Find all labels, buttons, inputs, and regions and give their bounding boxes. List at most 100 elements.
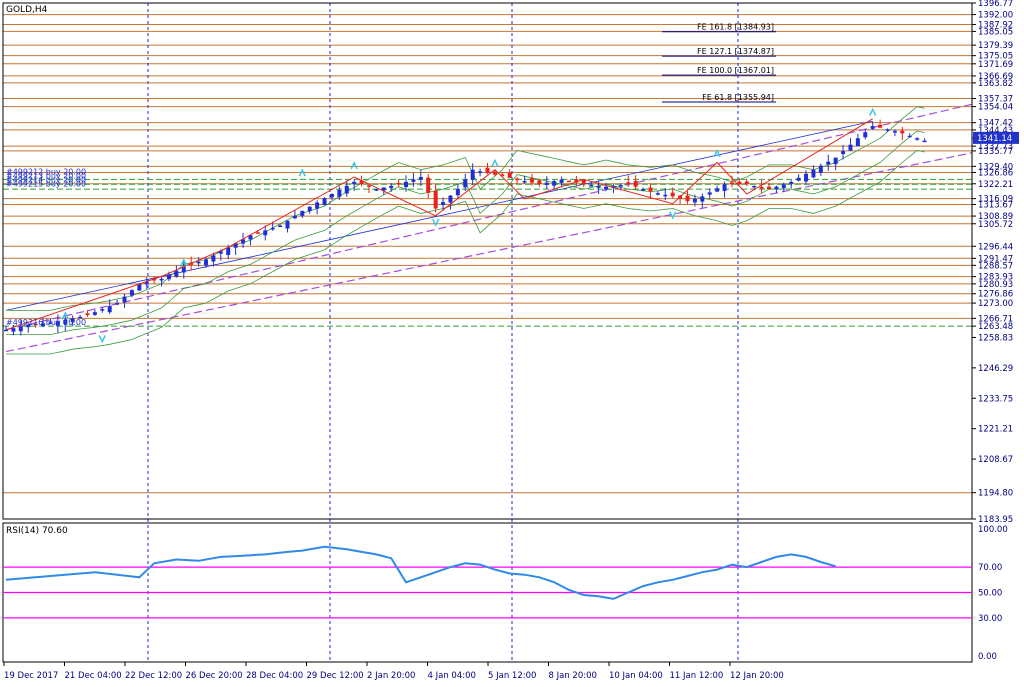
candle-body <box>648 187 653 192</box>
candle-body <box>515 178 520 181</box>
candle-body <box>166 274 171 280</box>
price-axis-label: 1354.04 <box>978 103 1013 113</box>
price-axis-label: 1233.75 <box>978 394 1013 404</box>
time-axis-label: 29 Dec 12:00 <box>307 671 364 681</box>
price-axis-label: 1322.21 <box>978 180 1013 190</box>
candle-body <box>559 179 564 183</box>
candle-body <box>848 144 853 151</box>
candle-body <box>352 181 357 185</box>
candle-body <box>107 306 112 313</box>
candle-body <box>463 179 468 188</box>
candle-body <box>922 140 927 143</box>
candle-body <box>307 206 312 212</box>
candle-body <box>159 278 164 281</box>
candle-body <box>752 185 757 188</box>
candle-body <box>300 210 305 216</box>
time-axis-label: 22 Dec 12:00 <box>125 671 182 681</box>
candle-body <box>389 185 394 188</box>
candle-body <box>92 312 97 315</box>
candle-body <box>448 195 453 203</box>
price-axis-label: 1305.72 <box>978 220 1013 230</box>
candle-body <box>685 195 690 202</box>
price-axis-label: 1385.05 <box>978 27 1013 37</box>
candle-body <box>885 129 890 131</box>
candle-body <box>589 185 594 187</box>
candle-body <box>211 255 216 262</box>
candle-body <box>100 309 105 311</box>
price-axis-label: 1326.86 <box>978 169 1013 179</box>
candle-body <box>552 181 557 186</box>
candle-body <box>455 189 460 196</box>
candle-body <box>804 173 809 182</box>
current-price-label: 1341.14 <box>977 134 1012 144</box>
price-axis-label: 1371.69 <box>978 60 1013 70</box>
candle-body <box>700 196 705 202</box>
candle-body <box>907 135 912 138</box>
candle-body <box>618 185 623 187</box>
candle-body <box>878 124 883 128</box>
candle-body <box>581 179 586 185</box>
candle-body <box>396 182 401 185</box>
candle-body <box>492 171 497 175</box>
candle-body <box>796 177 801 181</box>
price-axis-label: 1258.83 <box>978 333 1013 343</box>
time-axis-label: 21 Dec 04:00 <box>65 671 122 681</box>
price-axis-label: 1392.00 <box>978 11 1013 21</box>
candle-body <box>411 179 416 182</box>
candle-body <box>270 227 275 230</box>
candle-body <box>915 138 920 140</box>
price-axis-label: 1221.21 <box>978 425 1013 435</box>
candle-body <box>855 138 860 147</box>
candle-body <box>789 181 794 184</box>
price-axis-label: 1363.82 <box>978 79 1013 89</box>
candle-body <box>174 270 179 277</box>
price-axis-label: 1280.93 <box>978 280 1013 290</box>
time-axis-label: 2 Jan 20:00 <box>367 671 415 681</box>
candle-body <box>337 189 342 197</box>
candle-body <box>122 296 127 303</box>
candle-body <box>366 185 371 187</box>
candle-body <box>374 189 379 191</box>
price-axis-label: 1273.00 <box>978 299 1013 309</box>
price-axis-label: 1379.39 <box>978 41 1013 51</box>
candle-body <box>315 202 320 209</box>
candle-body <box>478 171 483 173</box>
candle-body <box>833 157 838 165</box>
candle-body <box>626 182 631 185</box>
candle-body <box>537 180 542 185</box>
price-axis-label: 1194.80 <box>978 489 1013 499</box>
price-axis-label: 1246.29 <box>978 364 1013 374</box>
candle-body <box>196 261 201 264</box>
price-axis-label: 1263.48 <box>978 322 1013 332</box>
chart-title: GOLD,H4 <box>6 5 48 15</box>
candle-body <box>292 215 297 219</box>
candle-body <box>633 181 638 187</box>
candle-body <box>11 328 16 332</box>
candle-body <box>641 189 646 191</box>
candle-body <box>18 326 23 332</box>
price-axis-label: 1396.77 <box>978 0 1013 9</box>
candle-body <box>285 220 290 229</box>
candle-body <box>4 329 8 332</box>
time-axis-label: 11 Jan 12:00 <box>670 671 724 681</box>
candle-body <box>870 126 875 129</box>
candle-body <box>85 313 90 316</box>
chart-window: FE 161.8 [1384.93] FE 127.1 [1374.87] FE 1… <box>0 0 1024 683</box>
candle-body <box>522 181 527 183</box>
candle-body <box>329 193 334 198</box>
candle-body <box>722 184 727 191</box>
rsi-axis-label: 70.00 <box>978 563 1002 573</box>
rsi-axis-label: 30.00 <box>978 614 1002 624</box>
candle-body <box>759 187 764 189</box>
time-axis-label: 8 Jan 20:00 <box>549 671 597 681</box>
candle-body <box>729 182 734 185</box>
candle-body <box>529 178 534 183</box>
candle-body <box>322 198 327 206</box>
price-axis-label: 1296.44 <box>978 242 1013 252</box>
candle-body <box>811 169 816 178</box>
candle-body <box>129 290 134 296</box>
candle-body <box>670 192 675 197</box>
fibo-expansion-label: FE 127.1 [1374.87] <box>697 47 774 56</box>
candle-body <box>263 230 268 236</box>
candle-body <box>715 188 720 192</box>
